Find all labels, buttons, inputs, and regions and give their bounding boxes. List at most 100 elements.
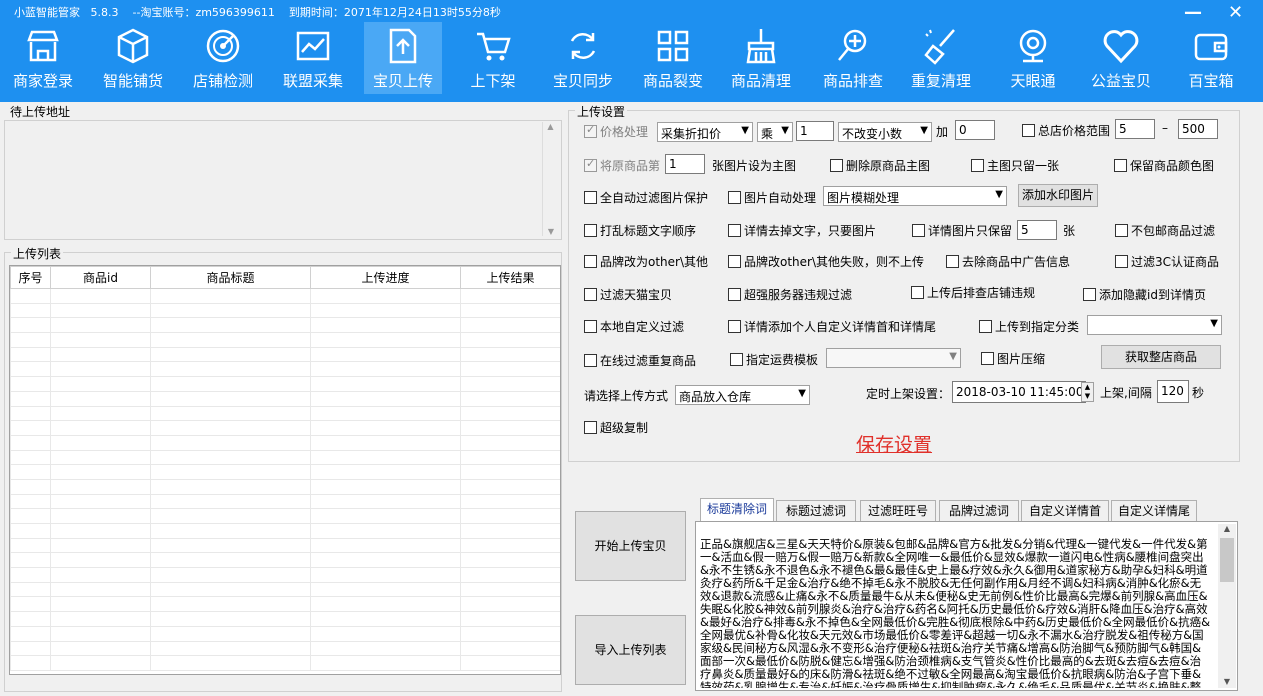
- desc-img-only-checkbox[interactable]: 详情去掉文字，只要图片: [728, 222, 876, 239]
- tab-1[interactable]: 标题清除词: [700, 498, 774, 522]
- table-row[interactable]: [10, 332, 560, 348]
- price-rounding-select[interactable]: 不改变小数 ▼: [838, 122, 932, 142]
- nav-store[interactable]: 商家登录: [4, 22, 82, 94]
- pending-urls-textarea[interactable]: [4, 120, 562, 240]
- table-row[interactable]: [10, 405, 560, 422]
- table-row[interactable]: [10, 596, 560, 613]
- tab-3[interactable]: 过滤旺旺号: [860, 500, 936, 522]
- add-watermark-button[interactable]: 添加水印图片: [1018, 184, 1098, 207]
- nav-box[interactable]: 智能铺货: [94, 22, 172, 94]
- price-min-input[interactable]: 5: [1115, 119, 1155, 139]
- upload-to-category-checkbox[interactable]: 上传到指定分类: [979, 318, 1079, 335]
- import-list-button[interactable]: 导入上传列表: [575, 615, 686, 685]
- table-row[interactable]: [10, 581, 560, 598]
- table-row[interactable]: [10, 449, 560, 466]
- auto-filter-img-checkbox[interactable]: 全自动过滤图片保护: [584, 189, 708, 206]
- super-copy-checkbox[interactable]: 超级复制: [584, 419, 648, 436]
- tab-4[interactable]: 品牌过滤词: [939, 500, 1019, 522]
- nav-wallet[interactable]: 百宝箱: [1172, 22, 1250, 94]
- local-filter-checkbox[interactable]: 本地自定义过滤: [584, 318, 684, 335]
- table-row[interactable]: [10, 434, 560, 451]
- table-row[interactable]: [10, 493, 560, 510]
- get-shop-products-button[interactable]: 获取整店商品: [1101, 345, 1221, 369]
- table-row[interactable]: [10, 523, 560, 539]
- table-row[interactable]: [10, 317, 560, 334]
- nav-search[interactable]: 商品排查: [814, 22, 892, 94]
- col-header[interactable]: 商品标题: [150, 266, 311, 289]
- delete-main-img-checkbox[interactable]: 删除原商品主图: [830, 157, 930, 174]
- timer-spinner[interactable]: ▲ ▼: [1081, 382, 1094, 402]
- main-img-index-input[interactable]: 1: [665, 154, 705, 174]
- wordlist-scrollbar[interactable]: ▲ ▼: [1218, 524, 1236, 688]
- table-row[interactable]: [10, 464, 560, 480]
- img-compress-checkbox[interactable]: 图片压缩: [981, 350, 1045, 367]
- img-auto-checkbox[interactable]: 图片自动处理: [728, 189, 816, 206]
- table-row[interactable]: [10, 420, 560, 436]
- img-process-select[interactable]: 图片模糊处理 ▼: [823, 186, 1007, 206]
- interval-input[interactable]: 120: [1157, 380, 1189, 403]
- nav-sync[interactable]: 宝贝同步: [544, 22, 622, 94]
- nav-grid[interactable]: 商品裂变: [634, 22, 712, 94]
- table-row[interactable]: [10, 567, 560, 583]
- col-header[interactable]: 商品id: [50, 266, 151, 289]
- price-factor-input[interactable]: 1: [796, 121, 834, 141]
- table-row[interactable]: [10, 625, 560, 642]
- brand-fail-checkbox[interactable]: 品牌改other\其他失败，则不上传: [728, 253, 924, 270]
- table-row[interactable]: [10, 361, 560, 378]
- table-row[interactable]: [10, 478, 560, 495]
- table-row[interactable]: [10, 302, 560, 319]
- shuffle-title-checkbox[interactable]: 打乱标题文字顺序: [584, 222, 696, 239]
- table-row[interactable]: [10, 611, 560, 627]
- col-header[interactable]: 序号: [10, 266, 51, 289]
- nav-heart[interactable]: 公益宝贝: [1082, 22, 1160, 94]
- table-row[interactable]: [10, 552, 560, 569]
- ship-template-checkbox[interactable]: 指定运费模板: [730, 351, 818, 368]
- nav-broom[interactable]: 商品清理: [722, 22, 800, 94]
- price-max-input[interactable]: 500: [1178, 119, 1218, 139]
- table-row[interactable]: [10, 537, 560, 554]
- col-header[interactable]: 上传进度: [310, 266, 461, 289]
- price-checkbox[interactable]: 价格处理: [584, 123, 648, 140]
- no-free-ship-checkbox[interactable]: 不包邮商品过滤: [1115, 222, 1215, 239]
- keep-one-main-img-checkbox[interactable]: 主图只留一张: [971, 157, 1059, 174]
- tab-5[interactable]: 自定义详情首: [1021, 500, 1109, 522]
- filter-3c-checkbox[interactable]: 过滤3C认证商品: [1115, 253, 1219, 270]
- table-row[interactable]: [10, 346, 560, 363]
- tab-2[interactable]: 标题过滤词: [776, 500, 856, 522]
- table-row[interactable]: [10, 376, 560, 392]
- table-row[interactable]: [10, 640, 560, 657]
- table-row[interactable]: [10, 508, 560, 524]
- wordlist-textarea[interactable]: 正品&旗舰店&三星&天天特价&原装&包邮&品牌&官方&批发&分销&代理&一键代发…: [700, 538, 1212, 688]
- brand-other-checkbox[interactable]: 品牌改为other\其他: [584, 253, 708, 270]
- nav-camera[interactable]: 天眼通: [994, 22, 1072, 94]
- filter-violation-checkbox[interactable]: 超强服务器违规过滤: [728, 286, 852, 303]
- online-dup-filter-checkbox[interactable]: 在线过滤重复商品: [584, 352, 696, 369]
- pending-scrollbar[interactable]: ▲ ▼: [542, 122, 558, 236]
- remove-ads-checkbox[interactable]: 去除商品中广告信息: [946, 253, 1070, 270]
- table-row[interactable]: [10, 288, 560, 304]
- keep-detail-img-checkbox[interactable]: 详情图片只保留: [912, 222, 1012, 239]
- add-hidden-id-checkbox[interactable]: 添加隐藏id到详情页: [1083, 286, 1206, 303]
- table-row[interactable]: [10, 390, 560, 407]
- price-range-checkbox[interactable]: 总店价格范围: [1022, 122, 1110, 139]
- nav-cart[interactable]: 上下架: [454, 22, 532, 94]
- price-mode-select[interactable]: 采集折扣价 ▼: [657, 122, 753, 142]
- minimize-button[interactable]: —: [1184, 2, 1202, 23]
- ship-template-select[interactable]: ▼: [826, 348, 961, 368]
- nav-upload[interactable]: 宝贝上传: [364, 22, 442, 94]
- start-upload-button[interactable]: 开始上传宝贝: [575, 511, 686, 581]
- price-plus-input[interactable]: 0: [955, 120, 995, 140]
- save-settings-link[interactable]: 保存设置: [856, 430, 932, 457]
- scroll-thumb[interactable]: [1220, 538, 1234, 582]
- check-after-upload-checkbox[interactable]: 上传后排查店铺违规: [911, 284, 1035, 301]
- nav-chart[interactable]: 联盟采集: [274, 22, 352, 94]
- filter-tmall-checkbox[interactable]: 过滤天猫宝贝: [584, 286, 672, 303]
- nav-radar[interactable]: 店铺检测: [184, 22, 262, 94]
- close-button[interactable]: ✕: [1228, 2, 1243, 23]
- upload-list-table[interactable]: 序号 商品id 商品标题 上传进度 上传结果: [9, 265, 561, 675]
- keep-color-img-checkbox[interactable]: 保留商品颜色图: [1114, 157, 1214, 174]
- custom-detail-checkbox[interactable]: 详情添加个人自定义详情首和详情尾: [728, 318, 936, 335]
- price-op-select[interactable]: 乘 ▼: [757, 122, 793, 142]
- main-img-checkbox[interactable]: 将原商品第: [584, 157, 660, 174]
- keep-detail-count-input[interactable]: 5: [1017, 220, 1057, 240]
